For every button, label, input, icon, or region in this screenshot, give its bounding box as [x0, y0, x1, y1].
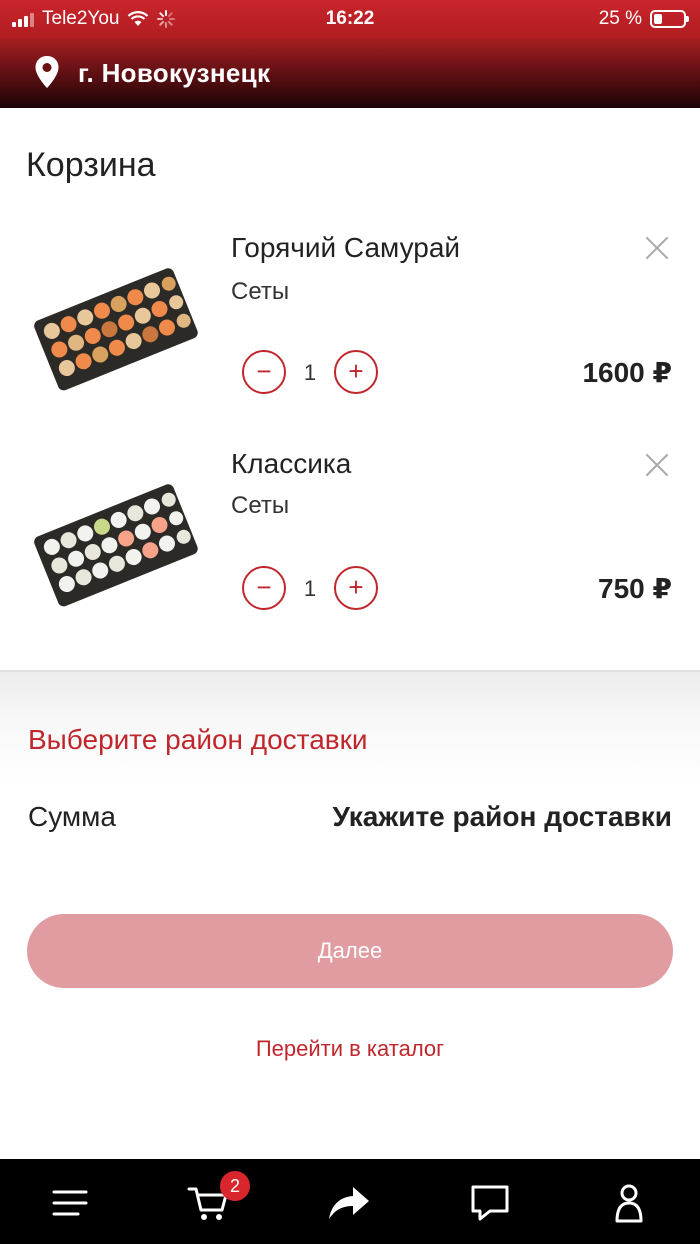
- battery-percent: 25 %: [598, 8, 642, 29]
- share-icon[interactable]: [327, 1181, 371, 1225]
- decrease-qty-button[interactable]: −: [242, 566, 286, 610]
- sum-value: Укажите район доставки: [332, 801, 672, 832]
- sum-label: Сумма: [28, 801, 116, 832]
- item-quantity: 1: [303, 360, 317, 385]
- remove-item-close-icon[interactable]: [640, 231, 674, 265]
- page-title: Корзина: [26, 146, 156, 184]
- cart-item: Горячий Самурай Сеты − 1 + 1600 ₽: [0, 222, 700, 422]
- battery-group: 25 %: [598, 8, 689, 30]
- select-district-link[interactable]: Выберите район доставки: [28, 724, 368, 756]
- item-name: Классика: [231, 448, 352, 479]
- increase-qty-button[interactable]: +: [334, 566, 378, 610]
- city-header[interactable]: г. Новокузнецк: [0, 38, 700, 108]
- product-image: [34, 484, 198, 607]
- go-to-catalog-link[interactable]: Перейти в каталог: [0, 1036, 700, 1062]
- cart-count-badge: 2: [220, 1171, 250, 1201]
- cart-item: Классика Сеты − 1 + 750 ₽: [0, 438, 700, 638]
- city-name[interactable]: г. Новокузнецк: [78, 58, 270, 89]
- battery-icon: [650, 10, 689, 28]
- clock: 16:22: [325, 8, 375, 29]
- bottom-tab-bar: [0, 1159, 700, 1244]
- item-name: Горячий Самурай: [231, 232, 461, 263]
- increase-qty-button[interactable]: +: [334, 350, 378, 394]
- item-price: 750 ₽: [598, 573, 672, 604]
- next-button[interactable]: Далее: [27, 914, 673, 988]
- item-category: Сеты: [231, 492, 290, 519]
- chat-icon[interactable]: [468, 1181, 512, 1225]
- status-bar: Tele2You 16:22 25 %: [0, 0, 700, 38]
- product-image: [34, 268, 198, 391]
- menu-icon[interactable]: [48, 1181, 92, 1225]
- decrease-qty-button[interactable]: −: [242, 350, 286, 394]
- item-price: 1600 ₽: [582, 357, 672, 388]
- location-pin-icon: [35, 56, 59, 88]
- item-quantity: 1: [303, 576, 317, 601]
- profile-icon[interactable]: [607, 1181, 651, 1225]
- remove-item-close-icon[interactable]: [640, 448, 674, 482]
- item-category: Сеты: [231, 278, 290, 305]
